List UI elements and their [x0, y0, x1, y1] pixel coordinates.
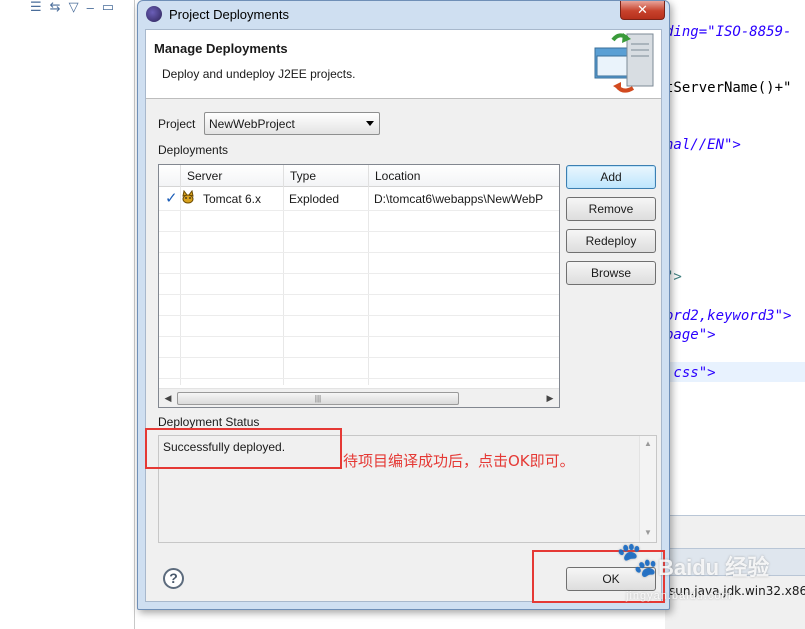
banner-title: Manage Deployments: [154, 41, 288, 56]
deployments-label: Deployments: [158, 143, 229, 157]
project-deployments-dialog: Project Deployments ✕ Manage Deployments…: [137, 0, 670, 610]
title-bar[interactable]: Project Deployments ✕: [138, 1, 669, 29]
column-header-server[interactable]: Server: [180, 165, 283, 187]
column-header-location[interactable]: Location: [368, 165, 559, 187]
annotation-highlight-status: [145, 428, 342, 469]
help-icon[interactable]: ?: [163, 568, 184, 589]
deployments-table[interactable]: Server Type Location ✓ Tomcat 6.x Explod…: [158, 164, 560, 408]
dialog-title: Project Deployments: [169, 7, 289, 22]
editor-code-pane: ding="ISO-8859- tServerName()+" nal//EN"…: [665, 0, 805, 629]
code-line: nal//EN">: [665, 137, 741, 153]
deploy-wizard-icon: [594, 33, 654, 93]
column-header-type[interactable]: Type: [283, 165, 368, 187]
code-line: page">: [665, 327, 716, 343]
code-line: ding="ISO-8859-: [665, 24, 792, 40]
row-divider: [159, 315, 559, 316]
table-header: Server Type Location: [159, 165, 559, 187]
scroll-thumb[interactable]: |||: [177, 392, 459, 405]
row-divider: [159, 210, 559, 211]
row-divider: [159, 294, 559, 295]
row-divider: [159, 231, 559, 232]
add-button[interactable]: Add: [566, 165, 656, 189]
checkmark-icon: ✓: [165, 190, 178, 207]
deployment-status-label: Deployment Status: [158, 415, 260, 429]
redeploy-button[interactable]: Redeploy: [566, 229, 656, 253]
cell-type: Exploded: [289, 192, 340, 206]
project-select-value: NewWebProject: [209, 117, 295, 131]
cell-location: D:\tomcat6\webapps\NewWebP: [374, 192, 544, 206]
dropdown-arrow-icon: [366, 121, 374, 126]
column-divider: [368, 187, 369, 385]
minimize-icon[interactable]: –: [87, 0, 94, 15]
scroll-up-icon[interactable]: ▲: [644, 439, 652, 448]
row-divider: [159, 336, 559, 337]
remove-button[interactable]: Remove: [566, 197, 656, 221]
dialog-body: Manage Deployments Deploy and undeploy J…: [145, 29, 662, 602]
vertical-scrollbar[interactable]: ▲ ▼: [639, 436, 656, 542]
banner-description: Deploy and undeploy J2EE projects.: [162, 67, 356, 81]
editor-toolbar: ☰ ⇆ ▽ – ▭: [30, 0, 114, 15]
project-label: Project: [158, 117, 196, 131]
outline-icon[interactable]: ☰: [30, 0, 42, 15]
code-line: .css">: [665, 365, 716, 381]
header-banner: Manage Deployments Deploy and undeploy J…: [146, 30, 661, 99]
annotation-text: 待项目编译成功后，点击OK即可。: [343, 452, 575, 470]
sync-icon[interactable]: ⇆: [50, 0, 61, 15]
column-header-check: [159, 165, 180, 187]
row-divider: [159, 357, 559, 358]
watermark-url: jingyan.baidu.com: [626, 590, 732, 602]
row-divider: [159, 273, 559, 274]
code-line: ord2,keyword3">: [665, 308, 792, 324]
column-divider: [283, 187, 284, 385]
browse-button[interactable]: Browse: [566, 261, 656, 285]
view-menu-icon[interactable]: ▽: [69, 0, 79, 15]
scroll-right-icon[interactable]: ▶: [543, 391, 557, 405]
project-select[interactable]: NewWebProject: [204, 112, 380, 135]
table-row[interactable]: ✓ Tomcat 6.x Exploded D:\tomcat6\webapps…: [159, 188, 559, 210]
cell-server: Tomcat 6.x: [203, 192, 262, 206]
editor-left-pane: ☰ ⇆ ▽ – ▭: [0, 0, 135, 629]
column-divider: [180, 187, 181, 385]
eclipse-icon: [146, 6, 162, 22]
paw-icon: 🐾: [616, 541, 659, 579]
code-line: tServerName()+": [665, 80, 792, 96]
scroll-left-icon[interactable]: ◀: [161, 391, 175, 405]
watermark-brand: Baidu 经验: [658, 555, 770, 580]
row-divider: [159, 378, 559, 379]
close-button[interactable]: ✕: [620, 1, 665, 20]
tomcat-icon: [182, 190, 194, 204]
maximize-icon[interactable]: ▭: [102, 0, 114, 15]
horizontal-scrollbar[interactable]: ◀ ||| ▶: [159, 388, 559, 407]
row-divider: [159, 252, 559, 253]
watermark: 🐾 Baidu 经验 jingyan.baidu.com: [612, 536, 797, 616]
